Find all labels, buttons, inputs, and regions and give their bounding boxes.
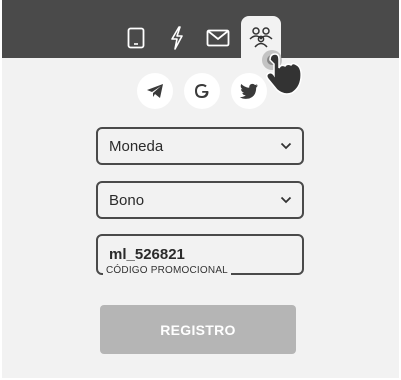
lightning-icon bbox=[171, 26, 183, 50]
tab-one-click[interactable] bbox=[157, 18, 197, 58]
pointer-hand-icon bbox=[260, 46, 312, 105]
promo-code-value: ml_526821 bbox=[109, 246, 185, 263]
register-button[interactable]: REGISTRO bbox=[100, 305, 296, 354]
chevron-down-icon bbox=[280, 142, 292, 150]
chevron-down-icon bbox=[280, 196, 292, 204]
twitter-icon bbox=[239, 83, 258, 99]
promo-code-input[interactable]: ml_526821 CÓDIGO PROMOCIONAL bbox=[96, 234, 304, 276]
registration-panel: Moneda Bono ml_526821 CÓDIGO PROMOCIONAL… bbox=[2, 0, 399, 378]
tab-email[interactable] bbox=[198, 18, 238, 58]
telegram-icon bbox=[147, 84, 163, 98]
currency-select[interactable]: Moneda bbox=[96, 127, 304, 165]
mail-icon bbox=[206, 29, 230, 47]
bonus-select[interactable]: Bono bbox=[96, 181, 304, 219]
google-button[interactable] bbox=[184, 73, 220, 109]
telegram-button[interactable] bbox=[137, 73, 173, 109]
phone-icon bbox=[127, 27, 145, 49]
google-icon bbox=[195, 84, 209, 98]
bonus-select-value: Bono bbox=[109, 192, 145, 209]
people-icon bbox=[249, 27, 273, 48]
promo-code-label: CÓDIGO PROMOCIONAL bbox=[103, 265, 231, 276]
currency-select-value: Moneda bbox=[109, 138, 164, 155]
tab-phone[interactable] bbox=[116, 18, 156, 58]
method-tabs-bar bbox=[2, 0, 399, 58]
twitter-button[interactable] bbox=[231, 73, 267, 109]
